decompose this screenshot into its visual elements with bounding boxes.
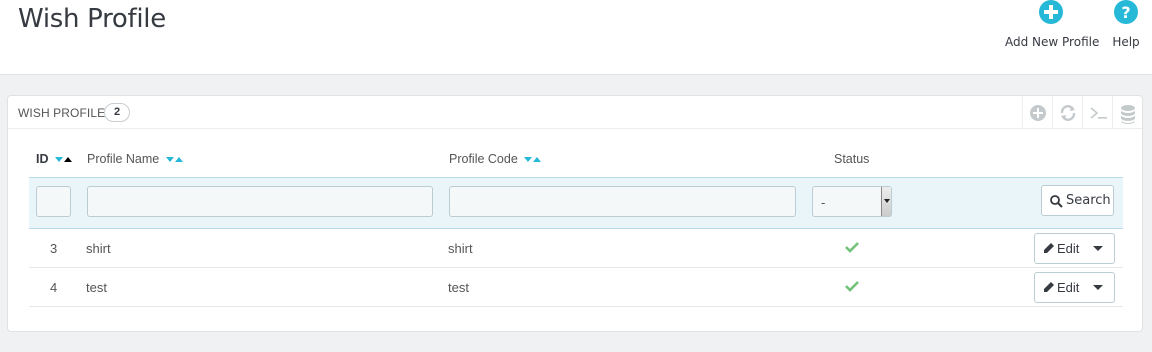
help-label: Help <box>1112 35 1140 49</box>
refresh-icon[interactable] <box>1052 96 1082 129</box>
sort-arrows[interactable] <box>165 157 183 163</box>
sort-arrows[interactable] <box>523 157 542 163</box>
cell-profile-code: test <box>448 280 469 295</box>
panel-title: WISH PROFILE <box>18 106 106 120</box>
edit-button[interactable]: Edit <box>1034 272 1115 303</box>
filter-profile-name-input[interactable] <box>87 186 433 217</box>
sort-arrows[interactable] <box>54 157 72 163</box>
help-button[interactable]: ? Help <box>1108 0 1144 60</box>
page-title: Wish Profile <box>18 4 166 34</box>
sort-desc-icon[interactable] <box>54 157 63 163</box>
sort-asc-icon[interactable] <box>174 157 183 163</box>
panel-actions <box>1022 96 1142 129</box>
filter-profile-code-input[interactable] <box>449 186 796 217</box>
sort-desc-icon[interactable] <box>165 157 174 163</box>
table-row[interactable]: 4 test test Edit <box>29 268 1123 307</box>
edit-button-main[interactable]: Edit <box>1035 234 1088 263</box>
add-new-profile-button[interactable]: Add New Profile <box>1005 0 1100 60</box>
pencil-icon <box>1044 243 1054 253</box>
column-header-status: Status <box>834 152 870 166</box>
filter-row: - Search <box>29 177 1123 229</box>
caret-down-icon[interactable] <box>1093 285 1103 290</box>
terminal-icon[interactable] <box>1082 96 1112 129</box>
add-new-icon[interactable] <box>1022 96 1052 129</box>
column-header-profile-code[interactable]: Profile Code <box>449 152 542 166</box>
filter-status-value: - <box>821 196 826 210</box>
cell-profile-code: shirt <box>448 241 473 256</box>
search-icon <box>1050 195 1063 208</box>
plus-circle-icon <box>1039 0 1063 24</box>
add-new-profile-label: Add New Profile <box>1005 35 1100 49</box>
column-header-profile-name-label: Profile Name <box>87 152 160 166</box>
column-header-profile-code-label: Profile Code <box>449 152 518 166</box>
cell-profile-name: test <box>86 280 107 295</box>
column-header-profile-name[interactable]: Profile Name <box>87 152 183 166</box>
cell-profile-name: shirt <box>86 241 111 256</box>
caret-down-icon[interactable] <box>1093 246 1103 251</box>
check-icon[interactable] <box>845 280 859 295</box>
pencil-icon <box>1044 282 1054 292</box>
database-icon[interactable] <box>1112 96 1142 129</box>
sort-asc-icon[interactable] <box>63 157 72 163</box>
cell-id: 4 <box>50 280 58 295</box>
cell-id: 3 <box>50 241 58 256</box>
filter-status-select[interactable]: - <box>812 186 892 217</box>
edit-button-label: Edit <box>1057 280 1080 295</box>
wish-profile-panel: WISH PROFILE 2 ID Profile Name Profile C… <box>7 95 1143 332</box>
check-icon[interactable] <box>845 241 859 256</box>
filter-id-input[interactable] <box>36 186 71 217</box>
edit-button-label: Edit <box>1057 241 1080 256</box>
table-row[interactable]: 3 shirt shirt Edit <box>29 229 1123 268</box>
search-button[interactable]: Search <box>1041 185 1114 216</box>
chevron-down-icon <box>881 187 891 216</box>
panel-heading: WISH PROFILE 2 <box>8 96 1142 129</box>
count-badge: 2 <box>104 103 130 122</box>
sort-desc-icon[interactable] <box>524 157 533 163</box>
page-header: Wish Profile Add New Profile ? Help <box>0 0 1152 75</box>
sort-asc-icon[interactable] <box>533 157 542 163</box>
column-header-id[interactable]: ID <box>36 152 72 166</box>
svg-text:?: ? <box>1121 3 1130 22</box>
edit-button-main[interactable]: Edit <box>1035 273 1088 302</box>
edit-button[interactable]: Edit <box>1034 233 1115 264</box>
column-header-id-label: ID <box>36 152 49 166</box>
search-button-label: Search <box>1066 193 1111 208</box>
question-circle-icon: ? <box>1114 0 1138 24</box>
